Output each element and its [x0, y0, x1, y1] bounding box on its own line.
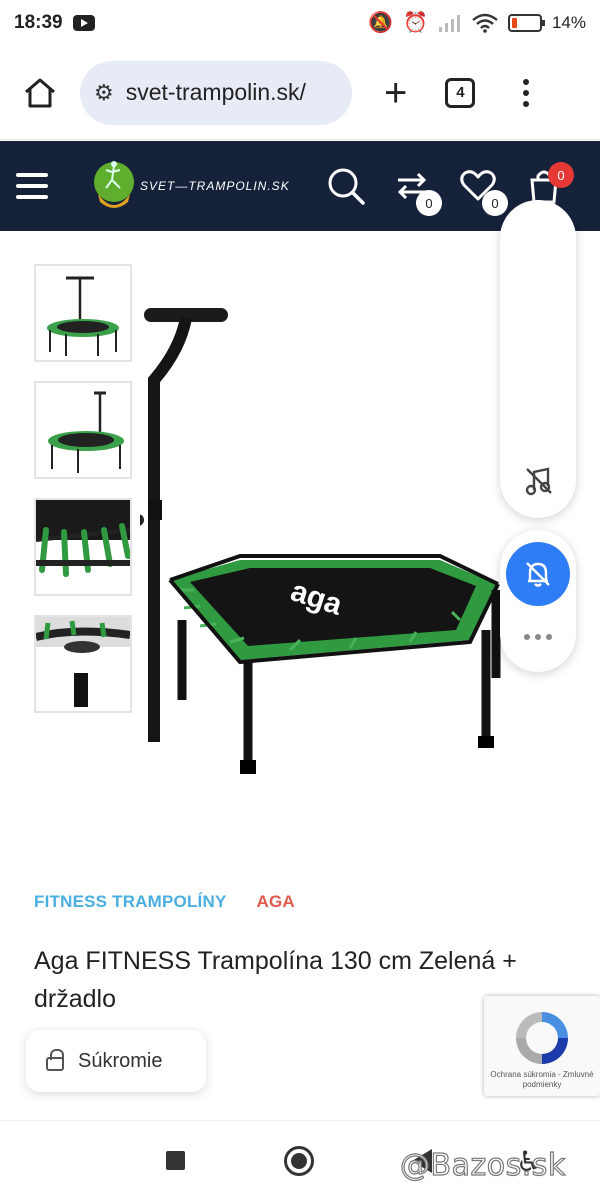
watermark-text: @Bazos.sk: [399, 1147, 566, 1183]
product-categories: FITNESS TRAMPOLÍNY AGA: [34, 892, 295, 912]
menu-icon[interactable]: [16, 173, 48, 199]
more-menu-icon[interactable]: [523, 78, 530, 107]
compare-button[interactable]: 0: [392, 166, 442, 216]
springs-closeup-image: [36, 500, 130, 577]
recaptcha-badge[interactable]: Ochrana súkromia - Zmluvné podmienky: [484, 996, 600, 1096]
more-options-icon[interactable]: [524, 634, 552, 640]
logo-ball-icon: [94, 161, 134, 208]
new-tab-button[interactable]: +: [384, 73, 407, 113]
lock-icon: [46, 1049, 64, 1071]
site-logo[interactable]: SVET—TRAMPOLIN.SK: [92, 158, 290, 214]
floating-notification-panel: [500, 530, 576, 672]
status-time: 18:39: [14, 12, 63, 33]
category-link-brand[interactable]: AGA: [257, 892, 295, 912]
home-nav-button[interactable]: [284, 1146, 314, 1176]
tabs-button[interactable]: 4: [445, 77, 476, 108]
browser-toolbar: ⚙ svet-trampolin.sk/ + 4: [0, 46, 600, 140]
youtube-icon: [72, 15, 95, 31]
privacy-button[interactable]: Súkromie: [26, 1030, 206, 1092]
battery-icon: [507, 14, 545, 32]
alarm-icon: ⏰: [403, 12, 428, 34]
search-icon: [328, 168, 365, 205]
mute-icon: 🔕: [368, 12, 394, 34]
address-bar[interactable]: ⚙ svet-trampolin.sk/: [80, 60, 352, 125]
tab-count: 4: [456, 84, 465, 101]
trampoline-thumbnail-image: [47, 276, 119, 356]
trampoline-thumbnail-image: [48, 391, 124, 473]
battery-percent: 14%: [551, 13, 586, 32]
recaptcha-icon: [516, 1012, 568, 1064]
bell-off-icon: [526, 562, 550, 587]
url-text: svet-trampolin.sk/: [125, 79, 306, 105]
thumbnail-4[interactable]: [34, 615, 132, 713]
search-button[interactable]: [326, 166, 366, 206]
recents-button[interactable]: [166, 1151, 185, 1170]
home-icon: [25, 78, 55, 107]
status-icons: 🔕 ⏰ 14%: [368, 13, 586, 33]
wifi-icon: [472, 13, 498, 33]
recaptcha-text: Ochrana súkromia - Zmluvné podmienky: [490, 1070, 594, 1089]
floating-side-panel: [500, 200, 576, 518]
wishlist-button[interactable]: 0: [458, 166, 508, 216]
logo-text: SVET—TRAMPOLIN.SK: [140, 179, 290, 193]
category-link-fitness[interactable]: FITNESS TRAMPOLÍNY: [34, 892, 227, 912]
home-button[interactable]: [18, 71, 62, 115]
privacy-label: Súkromie: [78, 1049, 163, 1072]
thumbnail-3[interactable]: [34, 498, 132, 596]
signal-icon: [438, 15, 460, 32]
compare-count: 0: [416, 190, 442, 216]
status-bar: 18:39 🔕 ⏰ 14%: [0, 0, 600, 46]
notification-bell-button[interactable]: [506, 542, 570, 606]
product-main-image: aga: [140, 308, 501, 774]
wishlist-count: 0: [482, 190, 508, 216]
thumbnail-2[interactable]: [34, 381, 132, 479]
site-settings-icon[interactable]: ⚙: [94, 80, 114, 106]
music-off-icon[interactable]: [524, 466, 554, 496]
thumbnail-1[interactable]: [34, 264, 132, 362]
cart-count: 0: [548, 162, 574, 188]
leg-closeup-image: [36, 617, 130, 707]
